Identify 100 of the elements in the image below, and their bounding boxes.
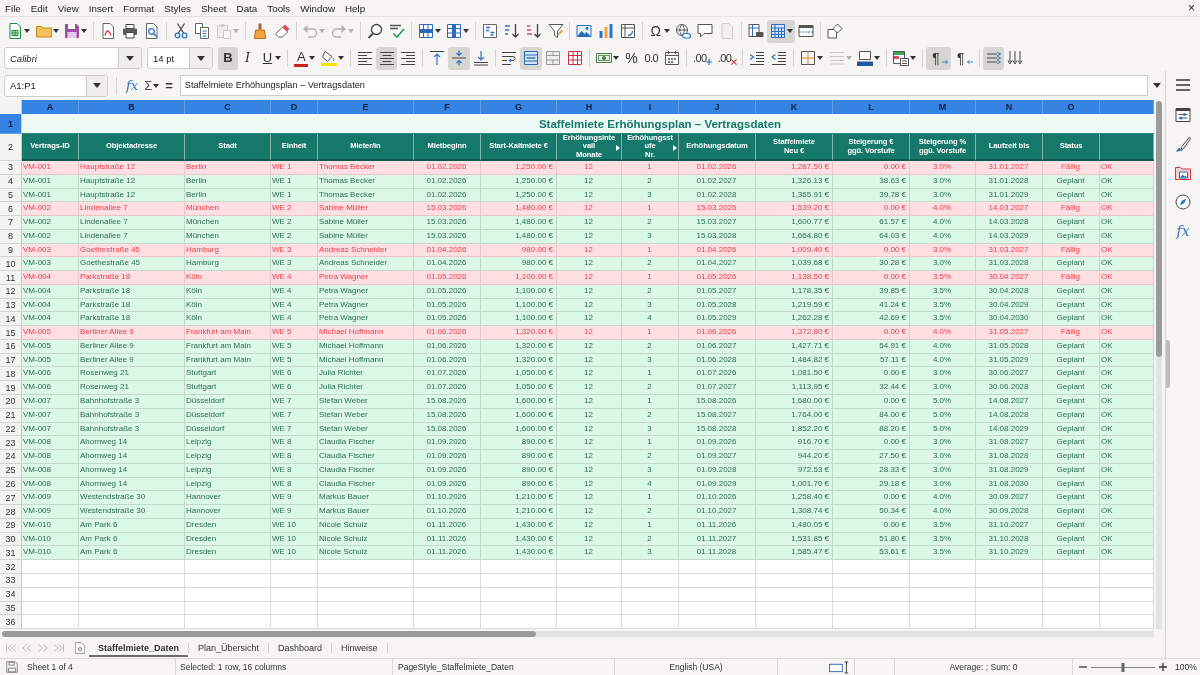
sheet-tab[interactable]: Hinweise xyxy=(332,639,387,658)
menu-item[interactable]: Tools xyxy=(262,2,296,14)
menu-item[interactable]: View xyxy=(52,2,84,14)
language[interactable]: English (USA) xyxy=(669,662,723,672)
align-center-button[interactable] xyxy=(375,46,398,70)
column-header[interactable]: I xyxy=(622,100,679,114)
formula-button[interactable]: = xyxy=(162,74,176,97)
column-header[interactable]: L xyxy=(833,100,910,114)
menu-item[interactable]: Insert xyxy=(83,2,119,14)
slider-thumb[interactable] xyxy=(1121,662,1125,672)
highlighted-table-icon xyxy=(893,50,910,66)
menu-item[interactable]: Format xyxy=(118,2,160,14)
x-mark-icon xyxy=(730,58,737,65)
freeze-button[interactable] xyxy=(766,19,796,43)
selection-mode-icon[interactable] xyxy=(829,660,851,674)
function-wizard-button[interactable]: fx xyxy=(123,74,142,97)
text-ltr-button[interactable] xyxy=(982,46,1005,70)
add-decimal-button[interactable]: .00 xyxy=(689,46,715,70)
row-header[interactable]: 32 xyxy=(0,560,22,574)
column-header[interactable]: E xyxy=(318,100,414,114)
percent-button[interactable]: % xyxy=(621,46,642,70)
table-cell: 31.01.2027 xyxy=(976,161,1043,175)
paragraph-ltr-button[interactable]: ¶ xyxy=(926,46,951,70)
special-character-button[interactable]: Ω xyxy=(645,19,673,43)
formula-input[interactable]: Staffelmiete Erhöhungsplan – Vertragsdaten xyxy=(179,75,1148,96)
column-header[interactable]: D xyxy=(271,100,318,114)
row-header[interactable]: 18 xyxy=(0,367,22,382)
bold-button[interactable]: B xyxy=(218,46,238,70)
column-header[interactable]: H xyxy=(557,100,622,114)
menu-item[interactable]: File xyxy=(0,2,26,14)
menu-item[interactable]: Data xyxy=(231,2,263,14)
row-header[interactable]: 36 xyxy=(0,615,22,630)
number-button[interactable]: 0.0 xyxy=(641,46,662,70)
column-header[interactable]: G xyxy=(481,100,557,114)
menu-item[interactable]: Styles xyxy=(159,2,196,14)
row-header[interactable]: 20 xyxy=(0,395,22,409)
row-header[interactable]: 24 xyxy=(0,450,22,464)
menu-item[interactable]: Edit xyxy=(25,2,53,14)
row-header[interactable]: 1 xyxy=(0,114,22,134)
row-header[interactable]: 14 xyxy=(0,312,22,327)
row-header[interactable]: 7 xyxy=(0,216,22,230)
row-header[interactable]: 19 xyxy=(0,381,22,395)
table-cell: 3.5% xyxy=(910,271,976,285)
table-cell: 15.03.2026 xyxy=(414,229,481,244)
table-cell: 1,326.13 € xyxy=(756,174,833,189)
font-color-button[interactable]: A xyxy=(291,46,319,70)
menu-item[interactable]: Sheet xyxy=(196,2,232,14)
minus-icon[interactable] xyxy=(1079,663,1087,671)
font-size-box[interactable]: 14 pt xyxy=(147,47,213,69)
column-header[interactable]: K xyxy=(756,100,833,114)
column-header[interactable]: B xyxy=(79,100,185,114)
underline-button[interactable]: U xyxy=(257,46,285,70)
row-header[interactable]: 28 xyxy=(0,505,22,519)
caret-icon xyxy=(93,83,101,88)
sheet-tab[interactable]: Plan_Übersicht xyxy=(189,639,269,658)
table-cell: 39.85 € xyxy=(833,284,910,299)
table-rows-icon xyxy=(417,23,434,39)
italic-button[interactable]: I xyxy=(237,46,258,70)
plus-icon[interactable] xyxy=(1159,663,1167,671)
banknote-icon xyxy=(595,50,612,66)
sheet-tab[interactable]: Staffelmiete_Daten xyxy=(89,639,189,658)
row-header[interactable]: 10 xyxy=(0,257,22,272)
name-box[interactable]: A1:P1 xyxy=(4,74,108,97)
scrollbar-thumb[interactable] xyxy=(1156,101,1162,357)
zoom-level[interactable]: 100% xyxy=(1175,662,1197,672)
clipboard-icon xyxy=(216,23,233,39)
sum-button[interactable]: Σ xyxy=(141,74,163,97)
caret-icon[interactable] xyxy=(1153,83,1161,88)
row-header[interactable]: 27 xyxy=(0,491,22,506)
column-header[interactable]: C xyxy=(185,100,271,114)
sheet-tab[interactable]: Dashboard xyxy=(269,639,332,658)
menu-item[interactable]: Help xyxy=(340,2,371,14)
paragraph-rtl-button[interactable]: ¶ xyxy=(950,46,976,70)
row-header[interactable]: 2 xyxy=(0,134,22,161)
column-header[interactable]: M xyxy=(910,100,976,114)
row-header[interactable]: 11 xyxy=(0,271,22,285)
row-header[interactable]: 3 xyxy=(0,161,22,175)
align-center-icon xyxy=(378,50,395,66)
add-sheet-button[interactable] xyxy=(75,642,85,655)
row-header[interactable]: 6 xyxy=(0,202,22,217)
column-header[interactable]: J xyxy=(679,100,756,114)
table-arrow-icon xyxy=(619,23,636,39)
row-header[interactable]: 15 xyxy=(0,326,22,340)
delete-decimal-button[interactable]: .00 xyxy=(714,46,740,70)
column-header[interactable]: O xyxy=(1043,100,1100,114)
row-header[interactable]: 23 xyxy=(0,436,22,451)
column-header[interactable]: A xyxy=(22,100,79,114)
font-name-box[interactable]: Calibri xyxy=(4,47,142,69)
close-button[interactable]: × xyxy=(1186,1,1197,15)
column-header[interactable]: F xyxy=(414,100,481,114)
text-direction-icon xyxy=(985,50,1002,66)
merge-center-button[interactable] xyxy=(520,46,543,70)
column-header[interactable]: N xyxy=(976,100,1043,114)
menu-item[interactable]: Window xyxy=(295,2,341,14)
row-header[interactable]: 31 xyxy=(0,546,22,561)
menu-icon[interactable] xyxy=(1176,79,1190,91)
sidebar-handle[interactable] xyxy=(1166,340,1170,388)
functions-button[interactable]: fx xyxy=(1168,216,1198,245)
scrollbar-thumb[interactable] xyxy=(2,631,536,638)
floppy-disk-icon[interactable] xyxy=(6,661,18,673)
